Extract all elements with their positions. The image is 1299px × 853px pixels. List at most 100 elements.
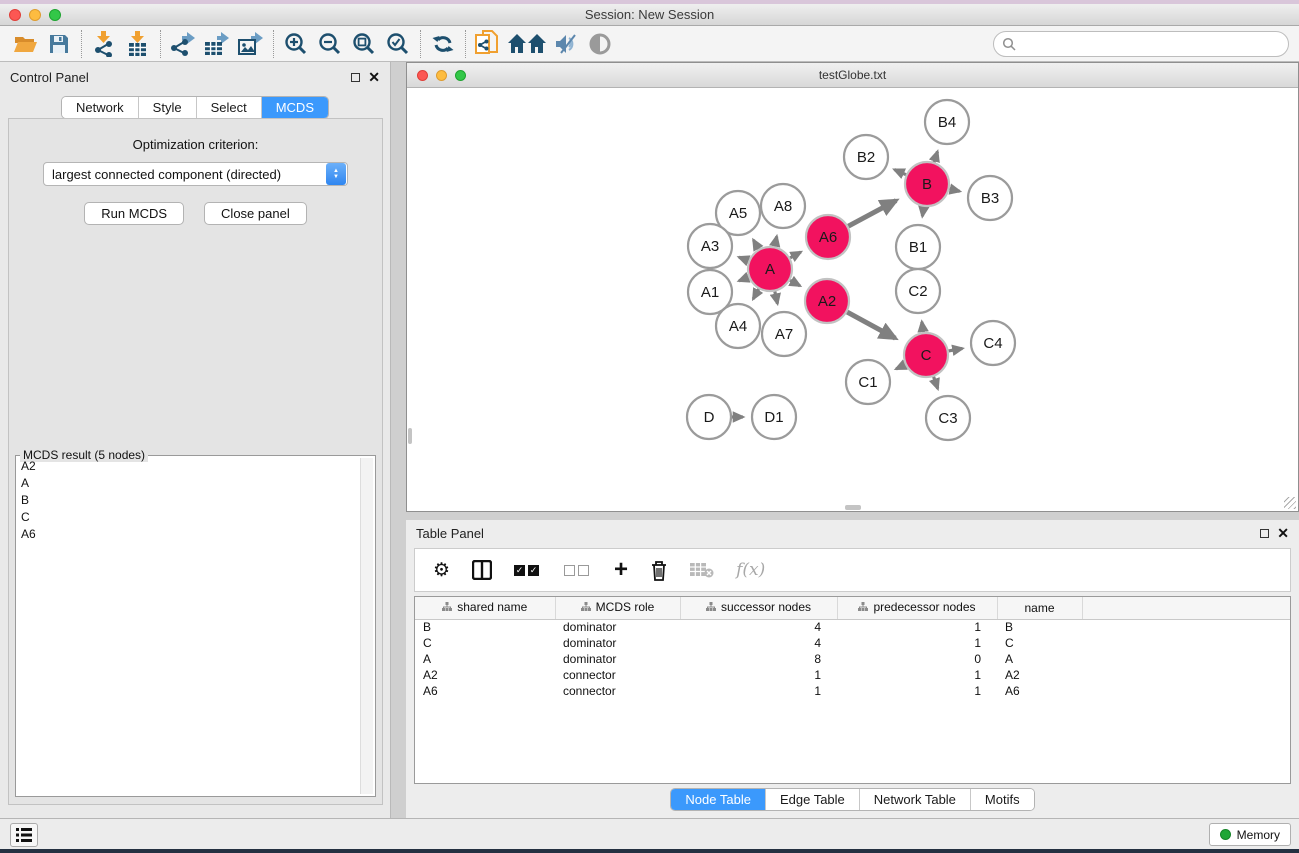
graph-edge-A-A6[interactable] [790, 252, 801, 258]
add-column-button[interactable]: + [614, 560, 628, 580]
mcds-result-item[interactable]: A [18, 475, 359, 492]
maximize-window-button[interactable] [49, 9, 61, 21]
first-neighbors-button[interactable] [505, 29, 549, 59]
graph-node-label-B1: B1 [909, 239, 927, 256]
network-graph[interactable]: B4B2BB3A8A5A6A3B1AC2A1A2A4A7C4CC1DD1C3 [407, 88, 1298, 511]
graph-edge-B-B1[interactable] [922, 207, 923, 217]
export-image-button[interactable] [234, 29, 268, 59]
network-view-window: testGlobe.txt B4B2BB3A8A5A6A3B1AC2A1A2A4… [406, 62, 1299, 512]
import-table-button[interactable] [121, 29, 155, 59]
minimize-window-button[interactable] [29, 9, 41, 21]
save-session-button[interactable] [42, 29, 76, 59]
mcds-list-scrollbar[interactable] [360, 458, 373, 794]
table-row[interactable]: Bdominator41B [415, 619, 1290, 635]
table-row[interactable]: Adominator80A [415, 651, 1290, 667]
network-horizontal-scrollbar[interactable] [845, 505, 861, 510]
column-header-successor-nodes[interactable]: successor nodes [680, 597, 837, 619]
graph-node-label-C2: C2 [908, 283, 927, 300]
graph-edge-A6-B[interactable] [848, 201, 896, 227]
graph-node-label-D: D [704, 409, 715, 426]
toolbar-separator [465, 30, 466, 58]
float-table-panel-icon[interactable] [1260, 529, 1269, 538]
zoom-out-button[interactable] [313, 29, 347, 59]
task-history-button[interactable] [10, 823, 38, 847]
zoom-fit-button[interactable] [347, 29, 381, 59]
tab-node-table[interactable]: Node Table [671, 789, 766, 810]
open-file-button[interactable] [8, 29, 42, 59]
mcds-result-item[interactable]: B [18, 492, 359, 509]
export-table-button[interactable] [200, 29, 234, 59]
graph-edge-C-C4[interactable] [949, 348, 963, 350]
table-row[interactable]: Cdominator41C [415, 635, 1290, 651]
graph-edge-C-C1[interactable] [896, 365, 905, 369]
tab-select[interactable]: Select [197, 97, 262, 118]
tab-network-table[interactable]: Network Table [860, 789, 971, 810]
graph-edge-A-A8[interactable] [775, 236, 777, 246]
graph-node-label-C1: C1 [858, 374, 877, 391]
import-network-button[interactable] [87, 29, 121, 59]
tab-edge-table[interactable]: Edge Table [766, 789, 860, 810]
tab-style[interactable]: Style [139, 97, 197, 118]
close-panel-button[interactable]: Close panel [204, 202, 307, 225]
network-close-button[interactable] [417, 70, 428, 81]
search-input[interactable] [1021, 37, 1288, 52]
zoom-in-button[interactable] [279, 29, 313, 59]
graph-edge-A-A3[interactable] [739, 257, 749, 261]
graph-edge-C-C3[interactable] [934, 377, 938, 389]
memory-button[interactable]: Memory [1209, 823, 1291, 846]
graph-edge-A-A4[interactable] [753, 289, 759, 299]
graph-edge-C-C2[interactable] [922, 322, 923, 332]
network-vertical-scrollbar[interactable] [408, 428, 412, 444]
export-table-icon [204, 32, 230, 56]
graph-edge-A-A2[interactable] [790, 280, 800, 286]
close-table-panel-icon[interactable]: ✕ [1277, 528, 1289, 538]
tab-network[interactable]: Network [62, 97, 139, 118]
show-column-button[interactable] [472, 560, 492, 580]
graph-edge-A2-C[interactable] [847, 312, 895, 338]
tab-mcds[interactable]: MCDS [262, 97, 328, 118]
network-minimize-button[interactable] [436, 70, 447, 81]
graph-edge-A-A7[interactable] [775, 291, 778, 303]
column-header-shared-name[interactable]: shared name [415, 597, 555, 619]
delete-table-button-disabled [690, 562, 714, 578]
column-settings-button[interactable]: ⚙ [433, 559, 450, 582]
deselect-all-button[interactable] [564, 565, 592, 576]
zoom-in-icon [284, 32, 308, 56]
run-mcds-button[interactable]: Run MCDS [84, 202, 184, 225]
optimization-criterion-dropdown[interactable]: largest connected component (directed) ▲… [43, 162, 348, 186]
mcds-result-item[interactable]: C [18, 509, 359, 526]
export-network-button[interactable] [166, 29, 200, 59]
select-all-button[interactable]: ✓✓ [514, 565, 542, 576]
table-row[interactable]: A6connector11A6 [415, 683, 1290, 699]
show-all-button[interactable] [583, 29, 617, 59]
network-maximize-button[interactable] [455, 70, 466, 81]
column-header-predecessor-nodes[interactable]: predecessor nodes [837, 597, 997, 619]
table-panel-header: Table Panel ✕ [406, 520, 1299, 546]
table-row[interactable]: A2connector11A2 [415, 667, 1290, 683]
node-table[interactable]: shared name MCDS role successor nodes pr… [414, 596, 1291, 784]
network-canvas[interactable]: B4B2BB3A8A5A6A3B1AC2A1A2A4A7C4CC1DD1C3 [407, 88, 1298, 511]
graph-edge-B-B3[interactable] [949, 189, 959, 191]
graph-edge-B-B4[interactable] [934, 152, 937, 163]
close-panel-icon[interactable]: ✕ [368, 72, 380, 82]
hide-selected-button[interactable] [549, 29, 583, 59]
zoom-selected-button[interactable] [381, 29, 415, 59]
control-panel-title: Control Panel [10, 70, 351, 85]
graph-node-label-B: B [922, 176, 932, 193]
mcds-result-item[interactable]: A2 [18, 458, 359, 475]
clone-network-button[interactable] [471, 29, 505, 59]
window-resize-grip[interactable] [1284, 497, 1296, 509]
graph-edge-A-A1[interactable] [739, 277, 749, 281]
graph-edge-A-A5[interactable] [753, 240, 758, 249]
delete-column-button[interactable] [650, 560, 668, 581]
tab-motifs[interactable]: Motifs [971, 789, 1034, 810]
apply-layout-button[interactable] [426, 29, 460, 59]
close-window-button[interactable] [9, 9, 21, 21]
float-panel-icon[interactable] [351, 73, 360, 82]
mcds-result-item[interactable]: A6 [18, 526, 359, 543]
column-header-mcds-role[interactable]: MCDS role [555, 597, 680, 619]
column-header-name[interactable]: name [997, 597, 1082, 619]
search-field[interactable] [993, 31, 1289, 57]
hide-details-icon [553, 33, 579, 55]
graph-edge-B-B2[interactable] [894, 170, 906, 175]
